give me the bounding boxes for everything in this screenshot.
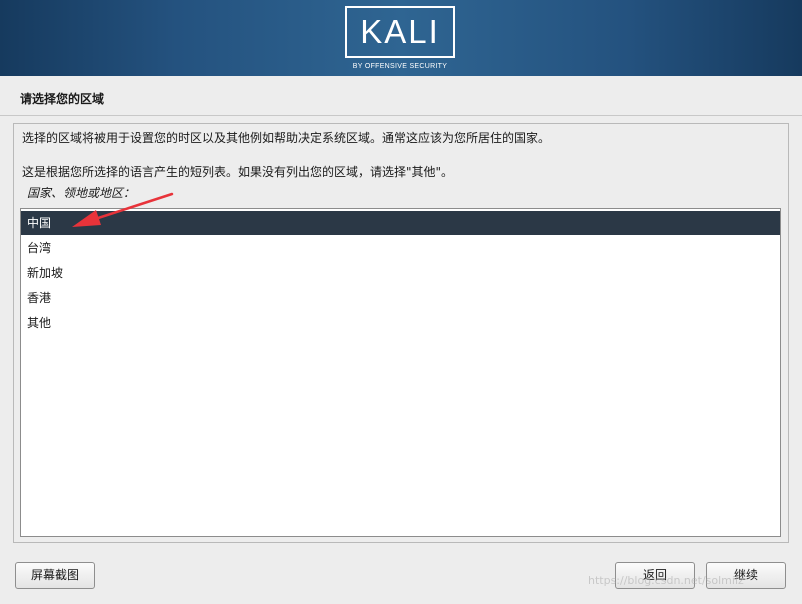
region-item-other[interactable]: 其他 — [21, 311, 780, 335]
logo-wordmark: KALI — [360, 13, 440, 50]
region-listbox[interactable]: 中国 台湾 新加坡 香港 其他 — [20, 208, 781, 537]
logo-tagline: BY OFFENSIVE SECURITY — [352, 63, 448, 70]
description-text-2: 这是根据您所选择的语言产生的短列表。如果没有列出您的区域，请选择"其他"。 — [22, 165, 454, 179]
watermark-text: https://blog.csdn.net/solmilz — [588, 574, 744, 587]
page-title: 请选择您的区域 — [20, 92, 105, 106]
region-item-hongkong[interactable]: 香港 — [21, 286, 780, 310]
title-divider — [0, 115, 802, 116]
screenshot-button[interactable]: 屏幕截图 — [15, 562, 95, 589]
region-item-china[interactable]: 中国 — [21, 211, 780, 235]
description-text-1: 选择的区域将被用于设置您的时区以及其他例如帮助决定系统区域。通常这应该为您所居住… — [22, 131, 551, 145]
region-list-label: 国家、领地或地区： — [27, 186, 136, 200]
kali-banner: KALI BY OFFENSIVE SECURITY — [0, 0, 802, 76]
kali-logo: KALI BY OFFENSIVE SECURITY — [345, 6, 455, 73]
region-item-taiwan[interactable]: 台湾 — [21, 236, 780, 260]
region-item-singapore[interactable]: 新加坡 — [21, 261, 780, 285]
